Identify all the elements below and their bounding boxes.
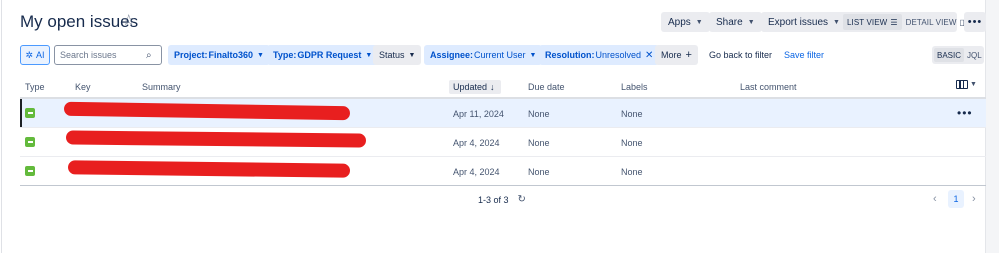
- row-actions-icon[interactable]: •••: [957, 106, 973, 120]
- type-filter-key: Type:: [273, 50, 297, 60]
- search-box: ⌕: [54, 45, 162, 65]
- labels-cell: None: [621, 109, 643, 119]
- list-view-label: LIST VIEW: [847, 17, 888, 27]
- results-count: 1-3 of 3 ↻: [478, 194, 526, 205]
- column-header-updated[interactable]: Updated ↓: [449, 80, 501, 94]
- chevron-down-icon: ▼: [970, 81, 977, 88]
- sort-descending-icon: ↓: [490, 82, 495, 92]
- chevron-left-icon[interactable]: ‹: [933, 193, 937, 205]
- ai-button[interactable]: ✲ AI: [20, 45, 50, 65]
- column-header-labels[interactable]: Labels: [621, 80, 648, 94]
- view-toggle: LIST VIEW ☰ DETAIL VIEW ◫: [841, 12, 967, 32]
- window-left-edge: [1, 0, 2, 253]
- chevron-down-icon: ▼: [529, 51, 537, 59]
- chevron-down-icon: ▼: [747, 18, 755, 26]
- status-filter[interactable]: Status ▼: [373, 45, 422, 65]
- chevron-down-icon: ▼: [833, 18, 840, 26]
- save-filter-link[interactable]: Save filter: [784, 45, 824, 65]
- more-icon: •••: [967, 16, 983, 28]
- page-title: My open issues: [20, 12, 139, 31]
- due-date-cell: None: [528, 167, 550, 177]
- results-count-label: 1-3 of 3: [478, 194, 509, 205]
- resolution-filter-key: Resolution:: [545, 50, 595, 60]
- sparkle-icon: ✲: [25, 49, 34, 60]
- project-filter-value: Finalto360: [208, 50, 254, 60]
- list-icon: ☰: [890, 17, 898, 27]
- table-bottom-divider: [20, 185, 986, 186]
- close-icon[interactable]: ✕: [645, 50, 653, 61]
- more-filters-button[interactable]: More +: [655, 45, 698, 65]
- status-filter-label: Status: [379, 50, 405, 60]
- jql-mode-button[interactable]: JQL: [964, 48, 985, 62]
- basic-mode-button[interactable]: BASIC: [934, 48, 965, 62]
- query-mode-toggle: BASIC JQL: [932, 46, 984, 64]
- project-filter-key: Project:: [174, 50, 208, 60]
- column-picker-button[interactable]: ▼: [956, 80, 977, 89]
- story-type-icon: [25, 108, 35, 118]
- story-type-icon: [25, 166, 35, 176]
- assignee-filter[interactable]: Assignee: Current User ▼: [424, 45, 543, 65]
- chevron-right-icon[interactable]: ›: [972, 193, 976, 205]
- plus-icon: +: [685, 49, 692, 61]
- resolution-filter[interactable]: Resolution: Unresolved ✕: [539, 45, 660, 65]
- column-header-updated-label: Updated: [453, 82, 488, 92]
- columns-icon: [956, 80, 968, 89]
- chevron-down-icon: ▼: [408, 51, 416, 59]
- labels-cell: None: [621, 167, 643, 177]
- apps-button[interactable]: Apps ▼: [661, 12, 710, 32]
- column-header-last-comment[interactable]: Last comment: [740, 80, 797, 94]
- due-date-cell: None: [528, 138, 550, 148]
- column-header-due-date[interactable]: Due date: [528, 80, 565, 94]
- list-view-button[interactable]: LIST VIEW ☰: [843, 14, 902, 30]
- column-header-key[interactable]: Key: [75, 80, 91, 94]
- more-actions-button[interactable]: •••: [964, 12, 986, 32]
- search-input[interactable]: [60, 50, 146, 60]
- star-icon[interactable]: ☆: [122, 13, 135, 29]
- detail-view-label: DETAIL VIEW: [905, 17, 957, 27]
- chevron-down-icon: ▼: [695, 18, 703, 26]
- detail-view-button[interactable]: DETAIL VIEW ◫: [902, 14, 972, 30]
- share-button-label: Share: [716, 16, 743, 28]
- type-filter[interactable]: Type: GDPR Request ▼: [267, 45, 379, 65]
- assignee-filter-key: Assignee:: [430, 50, 474, 60]
- updated-cell: Apr 4, 2024: [453, 167, 500, 177]
- resolution-filter-value: Unresolved: [595, 50, 642, 60]
- more-filters-label: More: [661, 50, 682, 60]
- chevron-down-icon: ▼: [365, 51, 373, 59]
- column-header-summary[interactable]: Summary: [142, 80, 181, 94]
- story-type-icon: [25, 137, 35, 147]
- share-button[interactable]: Share ▼: [709, 12, 762, 32]
- labels-cell: None: [621, 138, 643, 148]
- go-back-to-filter-link[interactable]: Go back to filter: [709, 45, 772, 65]
- page-button-current[interactable]: 1: [948, 190, 964, 208]
- refresh-icon[interactable]: ↻: [518, 194, 526, 205]
- updated-cell: Apr 4, 2024: [453, 138, 500, 148]
- project-filter[interactable]: Project: Finalto360 ▼: [168, 45, 270, 65]
- ai-button-label: AI: [36, 50, 45, 60]
- assignee-filter-value: Current User: [474, 50, 526, 60]
- due-date-cell: None: [528, 109, 550, 119]
- vertical-scrollbar[interactable]: [985, 0, 999, 253]
- export-issues-label: Export issues: [768, 16, 829, 28]
- type-filter-value: GDPR Request: [297, 50, 362, 60]
- chevron-down-icon: ▼: [257, 51, 264, 59]
- search-icon[interactable]: ⌕: [146, 50, 152, 61]
- updated-cell: Apr 11, 2024: [453, 109, 504, 119]
- column-header-type[interactable]: Type: [25, 80, 45, 94]
- apps-button-label: Apps: [668, 16, 691, 28]
- export-issues-button[interactable]: Export issues ▼: [761, 12, 847, 32]
